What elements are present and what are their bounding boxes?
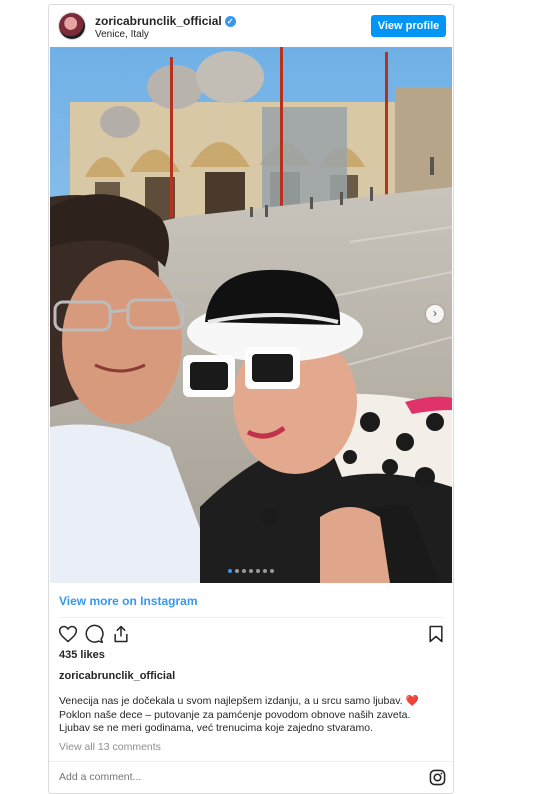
carousel-dot	[270, 569, 274, 573]
red-heart-emoji: ❤️	[405, 695, 419, 707]
caption-line-1: Venecija nas je dočekala u svom najlepše…	[59, 695, 403, 707]
divider	[59, 617, 443, 618]
caption-line-2: Poklon naše dece – putovanje za pamćenje…	[59, 708, 411, 721]
caption-line-3: Ljubav se ne meri godinama, već trenucim…	[59, 722, 373, 734]
post-caption: Venecija nas je dočekala u svom najlepše…	[59, 695, 449, 736]
carousel-next-button[interactable]: ›	[426, 305, 444, 323]
view-more-link[interactable]: View more on Instagram	[59, 594, 198, 608]
post-location[interactable]: Venice, Italy	[95, 29, 149, 40]
divider	[49, 761, 453, 762]
carousel-indicator	[50, 569, 452, 573]
heart-icon[interactable]	[58, 624, 78, 644]
caption-username[interactable]: zoricabrunclik_official	[59, 670, 175, 682]
carousel-dot	[242, 569, 246, 573]
instagram-embed-card: zoricabrunclik_official ✓ Venice, Italy V…	[48, 4, 454, 794]
verified-badge-icon: ✓	[224, 16, 236, 27]
add-comment-input[interactable]	[59, 771, 359, 783]
view-profile-button[interactable]: View profile	[371, 15, 446, 37]
carousel-dot	[263, 569, 267, 573]
carousel-dot	[235, 569, 239, 573]
carousel-dot	[256, 569, 260, 573]
avatar[interactable]	[59, 13, 85, 39]
view-all-comments-link[interactable]: View all 13 comments	[59, 741, 161, 753]
profile-username[interactable]: zoricabrunclik_official ✓	[95, 14, 236, 28]
action-bar	[49, 620, 453, 646]
post-photo[interactable]: ›	[50, 47, 452, 583]
carousel-dot	[228, 569, 232, 573]
instagram-logo-icon[interactable]	[429, 769, 446, 786]
comment-icon[interactable]	[84, 624, 104, 644]
post-header: zoricabrunclik_official ✓ Venice, Italy V…	[49, 5, 453, 47]
bookmark-icon[interactable]	[426, 624, 446, 644]
share-icon[interactable]	[111, 624, 131, 644]
carousel-dot	[249, 569, 253, 573]
selfie-venice-image	[50, 47, 452, 583]
username-text[interactable]: zoricabrunclik_official	[95, 14, 222, 28]
like-count[interactable]: 435 likes	[59, 649, 105, 661]
